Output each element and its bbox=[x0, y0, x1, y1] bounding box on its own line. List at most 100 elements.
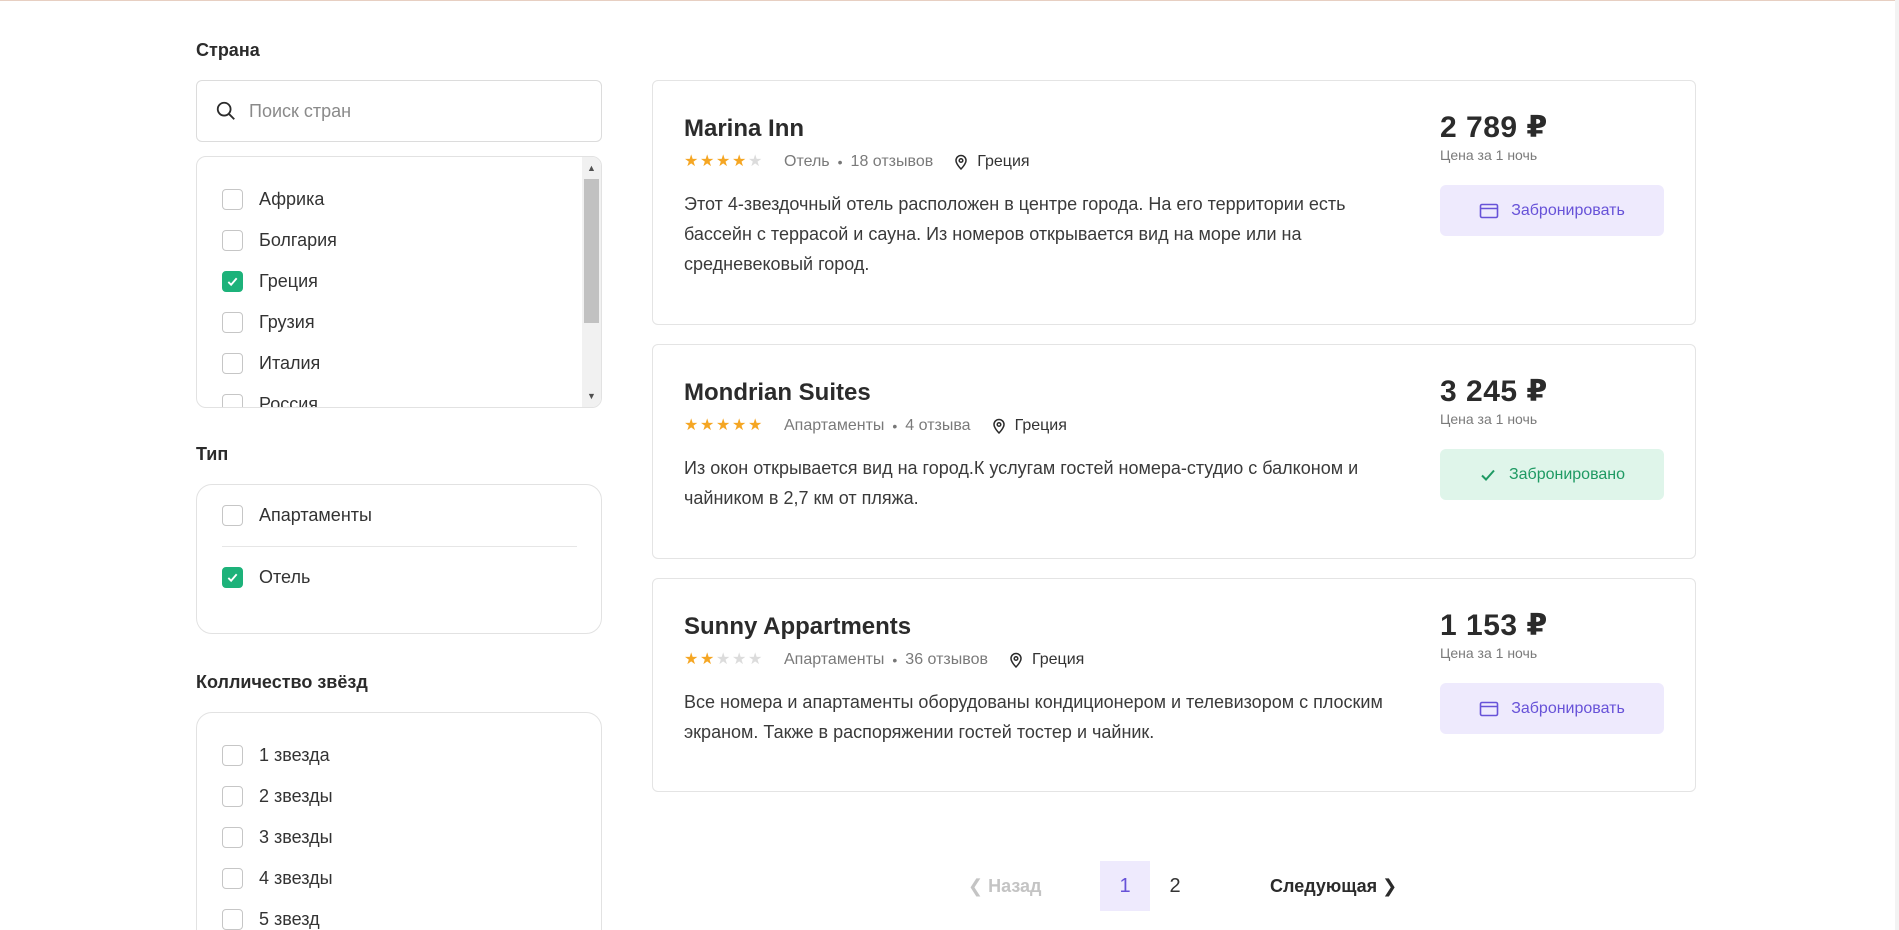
type-option[interactable]: Отель bbox=[222, 546, 577, 607]
stars-option[interactable]: 2 звезды bbox=[222, 776, 601, 817]
country-option[interactable]: Греция bbox=[222, 261, 601, 302]
checkbox-checked[interactable] bbox=[222, 271, 243, 292]
hotel-meta: ★ ★ ★ ★ ★ Апартаменты • 36 отзывов Греция bbox=[684, 649, 1384, 671]
chevron-right-icon: ❯ bbox=[1382, 875, 1398, 896]
next-page-button[interactable]: Следующая ❯ bbox=[1270, 876, 1397, 897]
stars-option[interactable]: 1 звезда bbox=[222, 735, 601, 776]
search-icon bbox=[216, 101, 235, 120]
hotel-price: 1 153 ₽ bbox=[1440, 609, 1548, 642]
price-note: Цена за 1 ночь bbox=[1440, 411, 1538, 427]
country-option[interactable]: Болгария bbox=[222, 220, 601, 261]
checkbox[interactable] bbox=[222, 312, 243, 333]
star-icon: ★ bbox=[748, 417, 763, 434]
checkbox[interactable] bbox=[222, 230, 243, 251]
checkbox-label: Грузия bbox=[259, 312, 315, 332]
hotel-price: 3 245 ₽ bbox=[1440, 375, 1548, 408]
stars-filter-title: Колличество звёзд bbox=[196, 672, 368, 692]
page-number-button[interactable]: 1 bbox=[1100, 861, 1150, 911]
checkbox[interactable] bbox=[222, 868, 243, 889]
scroll-thumb[interactable] bbox=[584, 179, 599, 323]
chevron-left-icon: ❮ bbox=[968, 875, 984, 896]
scroll-down-arrow-icon[interactable]: ▼ bbox=[582, 387, 601, 405]
country-list-box: Африка Болгария Греция Грузия Италия Россия ▲… bbox=[196, 156, 602, 408]
star-icon: ★ bbox=[732, 417, 747, 434]
hotel-price-block: 1 153 ₽ Цена за 1 ночь Забронировать bbox=[1440, 609, 1664, 734]
checkbox[interactable] bbox=[222, 353, 243, 374]
country-option[interactable]: Россия bbox=[222, 384, 601, 407]
hotel-description: Все номера и апартаменты оборудованы кон… bbox=[684, 692, 1383, 742]
star-icon: ★ bbox=[748, 651, 763, 668]
price-note: Цена за 1 ночь bbox=[1440, 147, 1538, 163]
hotel-location: Греция bbox=[1014, 417, 1067, 434]
country-option[interactable]: Грузия bbox=[222, 302, 601, 343]
star-icon: ★ bbox=[684, 651, 699, 668]
book-button[interactable]: Забронировать bbox=[1440, 683, 1664, 734]
booked-button[interactable]: Забронировано bbox=[1440, 449, 1664, 500]
star-icon: ★ bbox=[732, 651, 747, 668]
checkbox[interactable] bbox=[222, 505, 243, 526]
country-filter-title: Страна bbox=[196, 40, 260, 60]
stars-option[interactable]: 3 звезды bbox=[222, 817, 601, 858]
checkbox-label: Болгария bbox=[259, 230, 337, 250]
hotel-card[interactable]: Marina Inn ★ ★ ★ ★ ★ Отель • 18 отзывов Греция Это… bbox=[652, 80, 1696, 325]
star-rating: ★ ★ ★ ★ ★ bbox=[684, 154, 764, 170]
checkbox[interactable] bbox=[222, 786, 243, 807]
star-icon: ★ bbox=[732, 153, 747, 170]
hotel-card[interactable]: Mondrian Suites ★ ★ ★ ★ ★ Апартаменты • 4 отзыва… bbox=[652, 344, 1696, 559]
hotel-name[interactable]: Marina Inn bbox=[684, 114, 1384, 144]
checkbox-label: Африка bbox=[259, 189, 325, 209]
checkbox[interactable] bbox=[222, 189, 243, 210]
type-filter-box: Апартаменты Отель bbox=[196, 484, 602, 634]
review-count[interactable]: 4 отзыва bbox=[905, 417, 970, 435]
star-icon: ★ bbox=[748, 153, 763, 170]
country-option[interactable]: Африка bbox=[222, 179, 601, 220]
stars-option[interactable]: 4 звезды bbox=[222, 858, 601, 899]
star-rating: ★ ★ ★ ★ ★ bbox=[684, 418, 764, 434]
hotel-name[interactable]: Mondrian Suites bbox=[684, 378, 1384, 408]
next-page-label: Следующая bbox=[1270, 875, 1378, 896]
separator-dot: • bbox=[892, 418, 898, 434]
country-search-box[interactable] bbox=[196, 80, 602, 142]
type-option[interactable]: Апартаменты bbox=[222, 485, 577, 546]
review-count[interactable]: 36 отзывов bbox=[905, 651, 988, 669]
country-search-input[interactable] bbox=[249, 100, 579, 122]
review-count[interactable]: 18 отзывов bbox=[851, 153, 934, 171]
book-button-label: Забронировать bbox=[1511, 699, 1625, 717]
checkbox-label: 1 звезда bbox=[259, 745, 330, 765]
hotel-name[interactable]: Sunny Appartments bbox=[684, 612, 1384, 642]
country-option[interactable]: Италия bbox=[222, 343, 601, 384]
hotel-type: Отель bbox=[784, 153, 830, 170]
checkbox[interactable] bbox=[222, 394, 243, 407]
hotel-type: Апартаменты bbox=[784, 417, 885, 434]
separator-dot: • bbox=[837, 154, 843, 170]
hotel-description: Из окон открывается вид на город.К услуг… bbox=[684, 458, 1359, 508]
stars-filter-box: 1 звезда 2 звезды 3 звезды 4 звезды 5 звезд bbox=[196, 712, 602, 930]
checkbox-label: 4 звезды bbox=[259, 868, 333, 888]
hotel-info: Sunny Appartments ★ ★ ★ ★ ★ Апартаменты • 36 отз… bbox=[684, 612, 1384, 747]
hotel-price-block: 3 245 ₽ Цена за 1 ночь Забронировано bbox=[1440, 375, 1664, 500]
country-list-scrollbar[interactable]: ▲ ▼ bbox=[582, 157, 601, 407]
price-note: Цена за 1 ночь bbox=[1440, 645, 1538, 661]
hotel-info: Marina Inn ★ ★ ★ ★ ★ Отель • 18 отзывов Греция Это… bbox=[684, 114, 1384, 279]
book-button[interactable]: Забронировать bbox=[1440, 185, 1664, 236]
checkbox-label: 5 звезд bbox=[259, 909, 320, 929]
checkbox[interactable] bbox=[222, 827, 243, 848]
checkbox-label: Греция bbox=[259, 271, 318, 291]
star-icon: ★ bbox=[684, 153, 699, 170]
star-icon: ★ bbox=[700, 417, 715, 434]
page-scrollbar[interactable] bbox=[1895, 0, 1899, 930]
pagination: ❮ Назад 12 Следующая ❯ bbox=[960, 861, 1397, 911]
hotel-price-block: 2 789 ₽ Цена за 1 ночь Забронировать bbox=[1440, 111, 1664, 236]
checkbox[interactable] bbox=[222, 909, 243, 930]
checkbox[interactable] bbox=[222, 745, 243, 766]
checkbox-label: 2 звезды bbox=[259, 786, 333, 806]
stars-option[interactable]: 5 звезд bbox=[222, 899, 601, 930]
prev-page-button[interactable]: ❮ Назад bbox=[960, 876, 1100, 897]
checkbox-checked[interactable] bbox=[222, 566, 243, 588]
scroll-up-arrow-icon[interactable]: ▲ bbox=[582, 159, 601, 177]
filters-sidebar: Страна Африка Болгария Греция Грузия Италия Р… bbox=[196, 38, 602, 930]
hotel-description: Этот 4-звездочный отель расположен в цен… bbox=[684, 194, 1346, 274]
hotel-location: Греция bbox=[977, 153, 1030, 170]
page-number-button[interactable]: 2 bbox=[1150, 861, 1200, 911]
hotel-card[interactable]: Sunny Appartments ★ ★ ★ ★ ★ Апартаменты • 36 отз… bbox=[652, 578, 1696, 792]
